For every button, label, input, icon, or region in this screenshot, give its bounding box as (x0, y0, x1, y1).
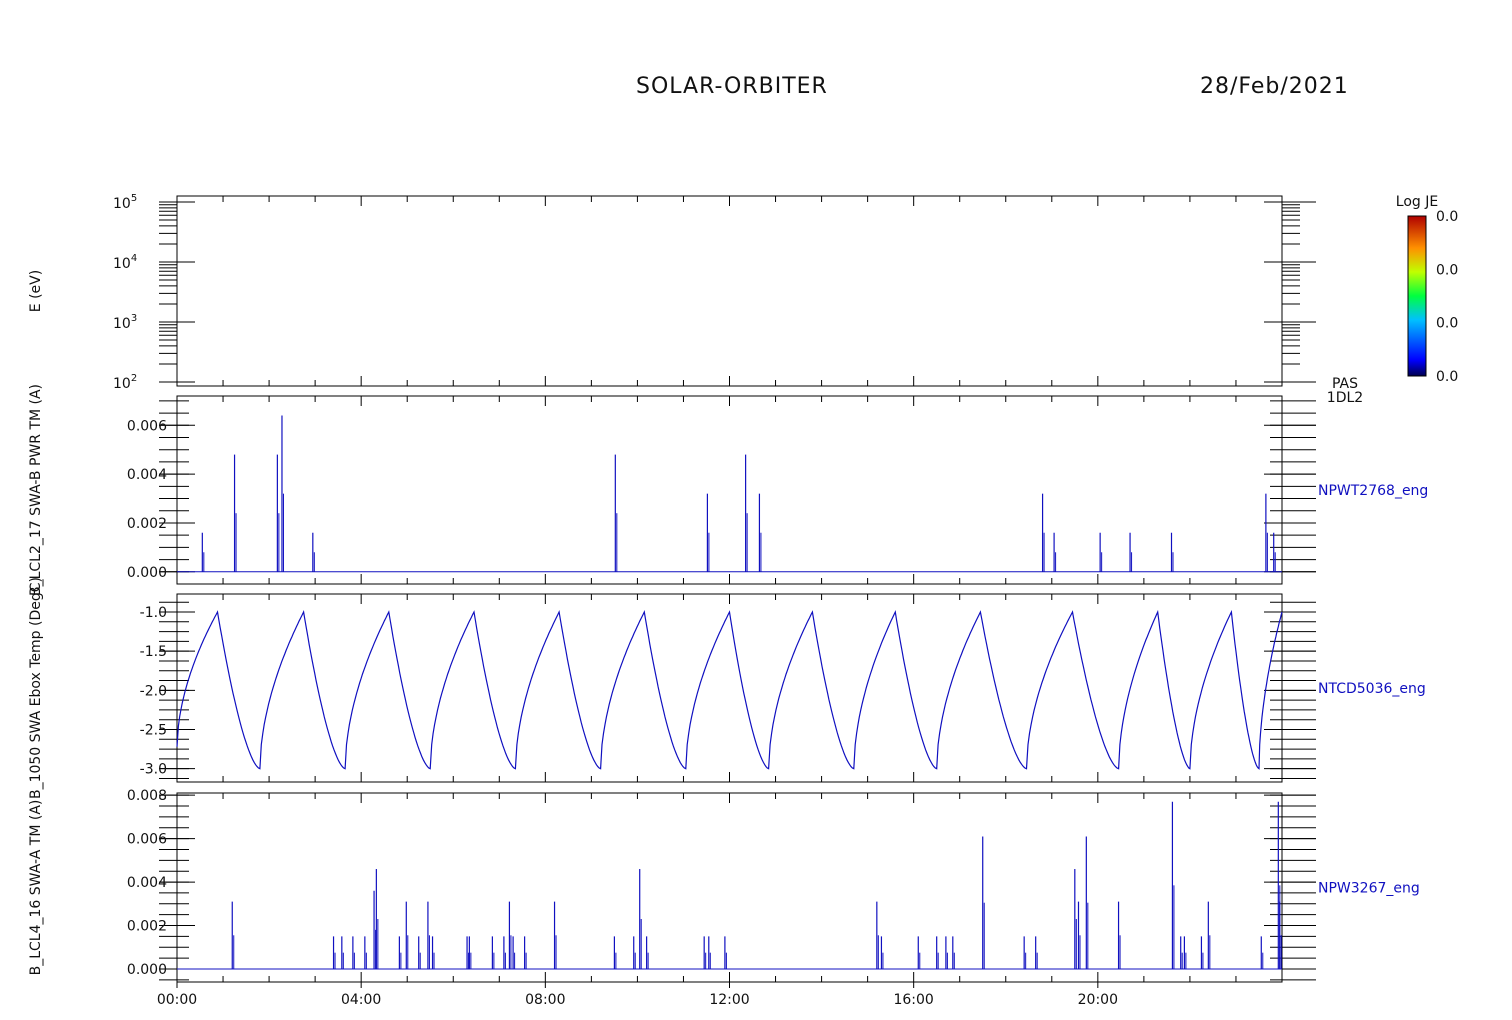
y-tick-label: -1.0 (140, 605, 167, 621)
panel-frame (176, 195, 1283, 387)
y-tick-label: 0.002 (127, 919, 167, 935)
x-tick-label: 04:00 (341, 992, 381, 1008)
colorbar (1407, 215, 1427, 377)
panel-frame (176, 395, 1283, 585)
y-tick-label: 0.008 (127, 788, 167, 804)
y-axis-label: B_LCL4_16 SWA-A TM (A) (28, 800, 44, 976)
colorbar-tick-label: 0.0 (1436, 262, 1458, 278)
panel-frame (176, 593, 1283, 783)
y-tick-label: 0.006 (127, 418, 167, 434)
stack-plot: 105104103102E (eV)PAS1DL20.0060.0040.002… (28, 193, 1458, 1008)
x-tick-label: 00:00 (157, 992, 197, 1008)
colorbar-tick-label: 0.0 (1436, 209, 1458, 225)
panel-instrument-label: 1DL2 (1327, 390, 1363, 406)
y-tick-label: 105 (113, 193, 137, 212)
y-tick-label: 0.000 (127, 962, 167, 978)
y-tick-label: 0.004 (127, 467, 167, 483)
panel-series-label: NPWT2768_eng (1318, 483, 1428, 499)
y-tick-label: 0.000 (127, 565, 167, 581)
temperature-trace (176, 609, 1283, 770)
y-tick-label: 103 (113, 313, 137, 332)
y-axis-label: B_1050 SWA Ebox Temp (DegC) (28, 577, 44, 799)
panel-frame (176, 792, 1283, 983)
colorbar-tick-label: 0.0 (1436, 369, 1458, 385)
y-tick-label: 0.006 (127, 832, 167, 848)
x-tick-label: 12:00 (709, 992, 749, 1008)
colorbar-title: Log JE (1396, 194, 1438, 210)
y-axis-label: B_LCL2_17 SWA-B PWR TM (A) (28, 384, 44, 596)
x-tick-label: 08:00 (525, 992, 565, 1008)
y-tick-label: 0.004 (127, 875, 167, 891)
y-tick-label: 0.002 (127, 516, 167, 532)
y-tick-label: -3.0 (140, 762, 167, 778)
x-tick-label: 20:00 (1078, 992, 1118, 1008)
x-tick-label: 16:00 (893, 992, 933, 1008)
y-tick-label: -2.5 (140, 723, 167, 739)
y-tick-label: 102 (113, 373, 137, 392)
y-axis-label: E (eV) (28, 270, 44, 312)
colorbar-tick-label: 0.0 (1436, 316, 1458, 332)
y-tick-label: 104 (113, 253, 137, 272)
y-tick-label: -1.5 (140, 644, 167, 660)
y-tick-label: -2.0 (140, 683, 167, 699)
panel-series-label: NPW3267_eng (1318, 881, 1420, 897)
panel-series-label: NTCD5036_eng (1318, 681, 1426, 697)
